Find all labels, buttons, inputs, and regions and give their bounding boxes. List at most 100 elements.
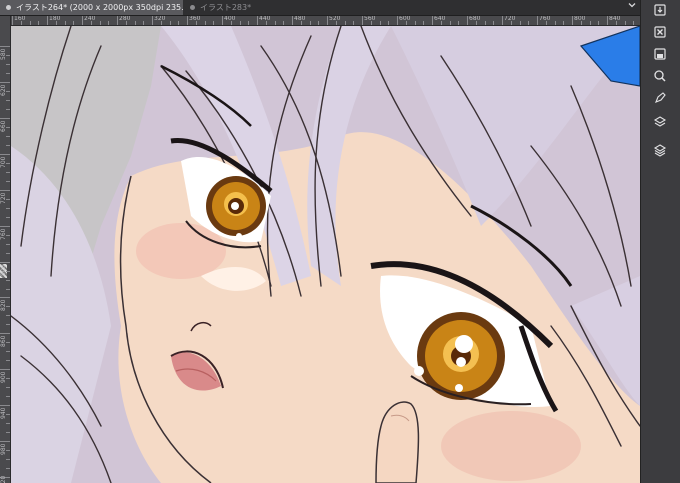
- ruler-tick: [388, 21, 389, 25]
- chevron-down-icon[interactable]: [624, 0, 640, 15]
- tab-illustration-264[interactable]: イラスト264* (2000 x 2000px 350dpi 235.0%): [0, 0, 183, 15]
- ruler-tick: [6, 55, 10, 56]
- ruler-tick: [6, 306, 10, 307]
- save-icon[interactable]: [649, 44, 671, 64]
- ruler-tick: [511, 21, 512, 25]
- ruler-tick: [6, 324, 10, 325]
- ruler-tick: [161, 21, 162, 25]
- ruler-tick: [6, 342, 10, 343]
- close-file-icon[interactable]: [649, 22, 671, 42]
- ruler-tick: [257, 16, 258, 25]
- ruler-tick: [6, 289, 10, 290]
- ruler-tick: [100, 21, 101, 25]
- export-icon[interactable]: [649, 0, 671, 20]
- ruler-tick: [6, 145, 10, 146]
- ruler-tick: [0, 154, 10, 155]
- ruler-tick: [6, 109, 10, 110]
- ruler-tick: [353, 21, 354, 25]
- ruler-tick: [563, 21, 564, 25]
- ruler-tick: [318, 21, 319, 25]
- ruler-tick: [0, 118, 10, 119]
- ruler-tick: [240, 21, 241, 25]
- ruler-tick: [21, 21, 22, 25]
- ruler-tick: [502, 16, 503, 25]
- ruler-tick: [6, 73, 10, 74]
- ruler-tick: [187, 16, 188, 25]
- ruler-tick: [458, 21, 459, 25]
- ruler-tick: [528, 21, 529, 25]
- ruler-tick: [336, 21, 337, 25]
- tab-modified-icon: [190, 5, 195, 10]
- ruler-tick: [6, 208, 10, 209]
- ruler-tick: [6, 396, 10, 397]
- ruler-tick: [6, 450, 10, 451]
- drawing-canvas[interactable]: [11, 26, 640, 483]
- ruler-tick: [598, 21, 599, 25]
- ruler-tick: [6, 199, 10, 200]
- ruler-tick: [117, 16, 118, 25]
- ruler-tick: [6, 378, 10, 379]
- ruler-tick: [6, 91, 10, 92]
- ruler-label: 400: [224, 16, 236, 22]
- vertical-ruler[interactable]: 5806206607007207608008208609009409801020: [0, 16, 11, 483]
- ruler-tick: [0, 297, 10, 298]
- ruler-tick: [476, 21, 477, 25]
- ruler-tick: [6, 387, 10, 388]
- document-tab-bar: イラスト264* (2000 x 2000px 350dpi 235.0%) イ…: [0, 0, 640, 16]
- ruler-label: 360: [189, 16, 201, 22]
- ruler-tick: [222, 16, 223, 25]
- ruler-label: 840: [609, 16, 621, 22]
- layer-property-icon[interactable]: [649, 140, 671, 160]
- ruler-tick: [91, 21, 92, 25]
- ruler-tick: [6, 235, 10, 236]
- ruler-tick: [6, 253, 10, 254]
- ruler-tick: [467, 16, 468, 25]
- tab-modified-icon: [6, 5, 11, 10]
- tab-label: イラスト264* (2000 x 2000px 350dpi 235.0%): [16, 3, 183, 12]
- ruler-tick: [6, 432, 10, 433]
- ruler-label: 640: [434, 16, 446, 22]
- pen-icon[interactable]: [649, 88, 671, 108]
- ruler-label: 720: [504, 16, 516, 22]
- ruler-label: 520: [329, 16, 341, 22]
- ruler-tick: [65, 21, 66, 25]
- ruler-tick: [6, 468, 10, 469]
- ruler-tick: [0, 262, 10, 263]
- ruler-tick: [248, 21, 249, 25]
- ruler-tick: [231, 21, 232, 25]
- ruler-tick: [6, 414, 10, 415]
- ruler-tick: [6, 163, 10, 164]
- ruler-label: 800: [574, 16, 586, 22]
- ruler-tick: [73, 21, 74, 25]
- ruler-tick: [47, 16, 48, 25]
- ruler-label: 680: [469, 16, 481, 22]
- ruler-tick: [108, 21, 109, 25]
- ruler-tick: [380, 21, 381, 25]
- ruler-label: 320: [154, 16, 166, 22]
- ruler-tick: [6, 360, 10, 361]
- ruler-tick: [0, 226, 10, 227]
- search-icon[interactable]: [649, 66, 671, 86]
- ruler-tick: [493, 21, 494, 25]
- ruler-tick: [0, 405, 10, 406]
- ruler-tick: [152, 16, 153, 25]
- ruler-tick: [0, 441, 10, 442]
- ruler-tick: [6, 423, 10, 424]
- ruler-label: 180: [49, 16, 61, 22]
- ruler-tick: [546, 21, 547, 25]
- tab-illustration-283[interactable]: イラスト283*: [184, 0, 286, 15]
- ruler-tick: [6, 271, 10, 272]
- ruler-tick: [6, 280, 10, 281]
- ruler-tick: [6, 64, 10, 65]
- ruler-tick: [6, 127, 10, 128]
- ruler-tick: [6, 100, 10, 101]
- ruler-tick: [0, 333, 10, 334]
- layers-stack-icon[interactable]: [649, 112, 671, 132]
- ruler-tick: [6, 136, 10, 137]
- ruler-tick: [292, 16, 293, 25]
- ruler-tick: [397, 16, 398, 25]
- ruler-tick: [0, 190, 10, 191]
- horizontal-ruler[interactable]: 160 180 240 280 320 360 400 440 480 520 560 600 640 6…: [10, 16, 640, 26]
- ruler-tick: [6, 315, 10, 316]
- ruler-tick: [406, 21, 407, 25]
